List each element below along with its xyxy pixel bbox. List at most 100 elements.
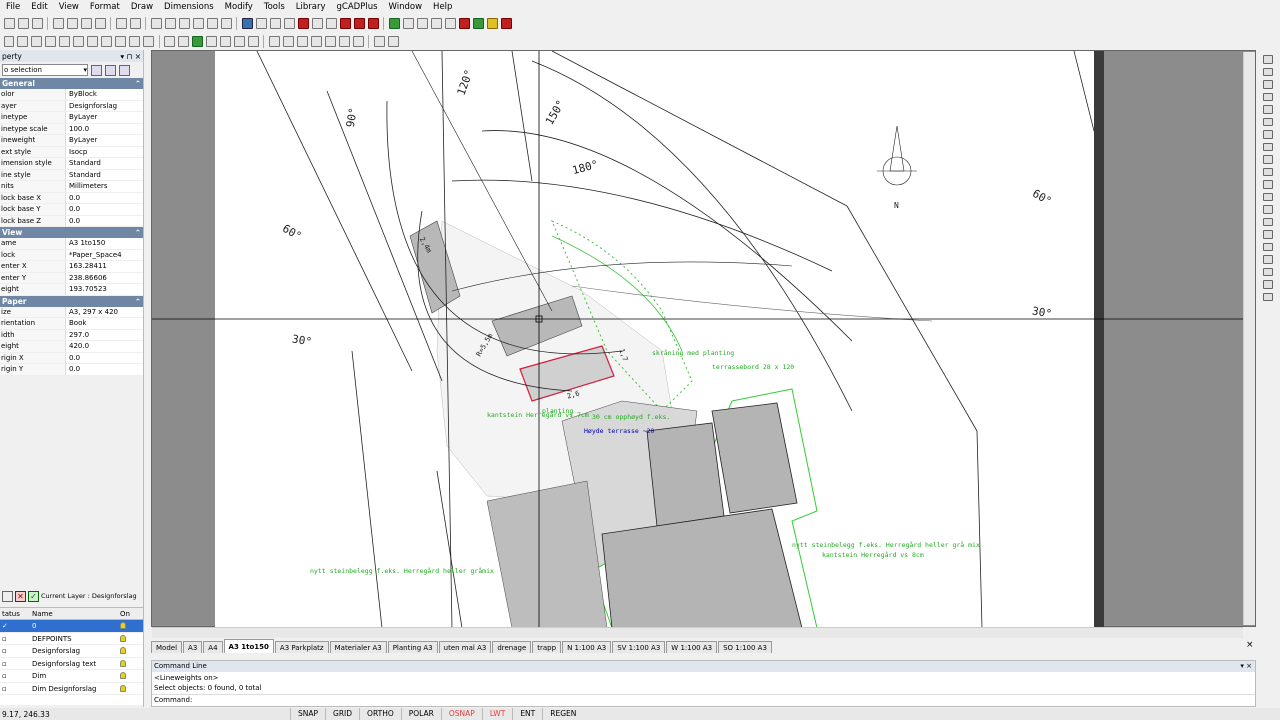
break-icon[interactable] [1263, 192, 1273, 201]
menu-edit[interactable]: Edit [25, 0, 52, 15]
region-icon[interactable] [247, 36, 259, 47]
paste-icon[interactable] [94, 18, 106, 29]
delete-layer-icon[interactable]: ✕ [15, 590, 26, 602]
tab-so-1-100-a3[interactable]: SO 1:100 A3 [718, 641, 772, 653]
property-row[interactable]: ayer Designforslag [0, 100, 143, 112]
xline-icon[interactable] [31, 36, 43, 47]
property-value[interactable]: Millimeters [66, 181, 108, 192]
property-value[interactable]: 100.0 [66, 124, 89, 135]
table-icon[interactable] [472, 18, 484, 29]
property-row[interactable]: ize A3, 297 x 420 [0, 306, 143, 318]
text-icon[interactable] [164, 36, 176, 47]
property-value[interactable]: Standard [66, 170, 101, 181]
ellipse-icon[interactable] [143, 36, 155, 47]
property-value[interactable]: 0.0 [66, 364, 80, 375]
lightbulb-icon[interactable] [120, 659, 126, 667]
drawing-canvas[interactable]: 120° 90° 150° 180° 60° 60° 30° 30° Nskråning med… [151, 50, 1256, 629]
tab-a3-parkplatz[interactable]: A3 Parkplatz [274, 641, 329, 653]
cut-icon[interactable] [66, 18, 78, 29]
property-value[interactable]: 0.0 [66, 204, 80, 215]
quick-select-icon[interactable] [91, 64, 102, 76]
menu-help[interactable]: Help [427, 0, 457, 15]
property-row[interactable]: ineweight ByLayer [0, 135, 143, 147]
layer-row[interactable]: ▫ Designforslag [0, 645, 143, 658]
circle-icon[interactable] [129, 36, 141, 47]
properties-icon[interactable] [241, 18, 253, 29]
toggle-regen[interactable]: REGEN [542, 708, 583, 720]
pan-icon[interactable] [206, 18, 218, 29]
color-bars-icon[interactable] [388, 18, 400, 29]
property-row[interactable]: olor ByBlock [0, 89, 143, 101]
join-icon[interactable] [1263, 280, 1273, 289]
lengthen-icon[interactable] [1263, 267, 1273, 276]
property-value[interactable]: 193.70523 [66, 284, 107, 295]
toggle-pickadd-icon[interactable] [119, 64, 130, 76]
property-row[interactable]: rigin Y 0.0 [0, 364, 143, 376]
mirror-icon[interactable] [1263, 80, 1273, 89]
toggle-osnap[interactable]: OSNAP [440, 708, 482, 720]
lightbulb-icon[interactable] [120, 684, 126, 692]
property-row[interactable]: inetype scale 100.0 [0, 123, 143, 135]
stack-icon[interactable] [416, 18, 428, 29]
property-row[interactable]: lock *Paper_Space4 [0, 249, 143, 261]
property-value[interactable]: 0.0 [66, 193, 80, 204]
stretch-icon[interactable] [1263, 155, 1273, 164]
undo-icon[interactable] [115, 18, 127, 29]
layer-header-name[interactable]: Name [32, 608, 120, 619]
ml-icon[interactable] [500, 18, 512, 29]
property-row[interactable]: eight 193.70523 [0, 284, 143, 296]
property-value[interactable]: 0.0 [66, 353, 80, 364]
layer-row[interactable]: ▫ DEFPOINTS [0, 632, 143, 645]
open-file-icon[interactable] [17, 18, 29, 29]
zoom-in-icon[interactable] [150, 18, 162, 29]
redo-icon[interactable] [129, 18, 141, 29]
menu-format[interactable]: Format [84, 0, 125, 15]
toggle-lwt[interactable]: LWT [481, 708, 513, 720]
lightbulb-icon[interactable] [120, 647, 126, 654]
property-value[interactable]: ByLayer [66, 135, 97, 146]
toggle-ent[interactable]: ENT [512, 708, 542, 720]
new-layer-icon[interactable] [2, 590, 13, 602]
property-value[interactable]: 238.86606 [66, 273, 107, 284]
edit-dim-icon[interactable] [353, 18, 365, 29]
dim-center-icon[interactable] [352, 36, 364, 47]
layer-header-on[interactable]: On [120, 608, 130, 619]
property-value[interactable]: A3, 297 x 420 [66, 307, 118, 318]
property-row[interactable]: ame A3 1to150 [0, 238, 143, 250]
tab-w-1-100-a3[interactable]: W 1:100 A3 [666, 641, 718, 653]
tab-a4[interactable]: A4 [203, 641, 223, 653]
dim-linear-icon[interactable] [268, 36, 280, 47]
offset-icon[interactable] [1263, 92, 1273, 101]
zoom-window-icon[interactable] [178, 18, 190, 29]
property-row[interactable]: enter Y 238.86606 [0, 272, 143, 284]
rectangle-icon[interactable] [115, 36, 127, 47]
collapse-icon[interactable]: ⌃ [135, 297, 141, 306]
panel-close-icon[interactable]: ▾ × [1240, 661, 1255, 672]
menu-window[interactable]: Window [383, 0, 428, 15]
layers-icon[interactable] [255, 18, 267, 29]
menu-tools[interactable]: Tools [258, 0, 290, 15]
property-row[interactable]: enter X 163.28411 [0, 261, 143, 273]
selection-dropdown[interactable]: o selection ▾ [2, 64, 88, 76]
tab-model[interactable]: Model [151, 641, 183, 653]
property-row[interactable]: ine style Standard [0, 169, 143, 181]
block-icon[interactable] [206, 36, 218, 47]
properties-icon[interactable] [1263, 292, 1273, 301]
property-value[interactable]: *Paper_Space4 [66, 250, 122, 261]
lightbulb-icon[interactable] [120, 634, 126, 642]
regen-icon[interactable] [220, 18, 232, 29]
menu-library[interactable]: Library [290, 0, 331, 15]
section-view[interactable]: View ⌃ [0, 227, 143, 238]
lightbulb-icon[interactable] [120, 622, 126, 629]
dim-angular-icon[interactable] [296, 36, 308, 47]
property-value[interactable]: ByLayer [66, 112, 97, 123]
property-row[interactable]: rientation Book [0, 318, 143, 330]
property-value[interactable]: Designforslag [66, 101, 117, 112]
match-properties-icon[interactable] [311, 18, 323, 29]
property-value[interactable]: Standard [66, 158, 101, 169]
property-value[interactable]: Book [66, 318, 86, 329]
spline-icon[interactable] [73, 36, 85, 47]
menu-file[interactable]: File [0, 0, 25, 15]
save-icon[interactable] [31, 18, 43, 29]
reload-icon[interactable] [367, 18, 379, 29]
